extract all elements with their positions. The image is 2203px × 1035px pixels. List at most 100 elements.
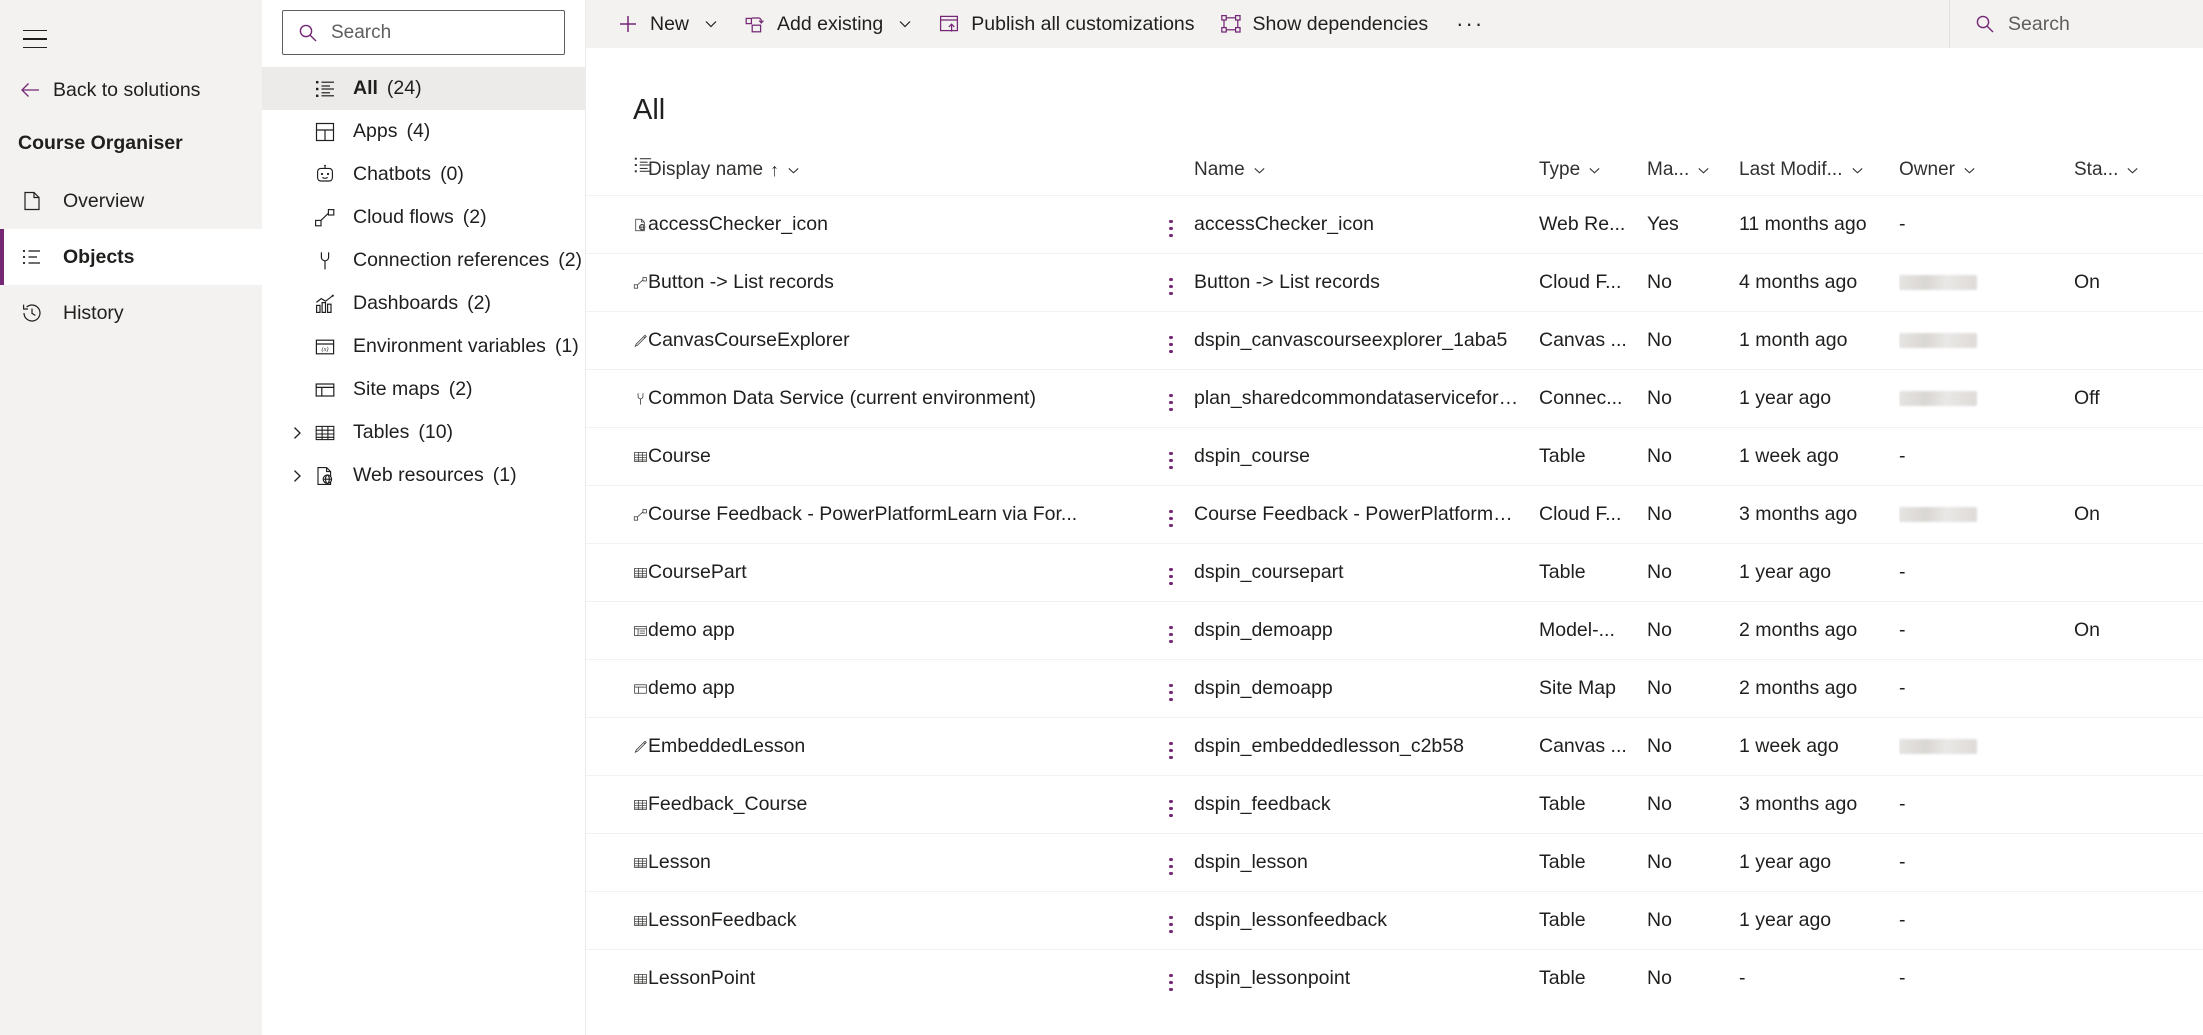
search-input[interactable] bbox=[331, 22, 550, 44]
column-header-managed[interactable]: Ma... bbox=[1647, 155, 1739, 196]
chevron-down-icon[interactable] bbox=[2125, 163, 2140, 178]
table-row[interactable]: Common Data Service (current environment… bbox=[586, 370, 2203, 428]
nav-search-box[interactable] bbox=[282, 10, 565, 55]
sidebar-item-history[interactable]: History bbox=[0, 285, 262, 341]
table-row[interactable]: Lessondspin_lessonTableNo1 year ago- bbox=[586, 834, 2203, 892]
chevron-down-icon[interactable] bbox=[786, 163, 801, 178]
row-display-name[interactable]: Course bbox=[648, 428, 1148, 486]
more-options-icon[interactable] bbox=[1159, 620, 1182, 649]
chevron-down-icon[interactable] bbox=[1252, 163, 1267, 178]
sidebar-item-label: History bbox=[63, 302, 124, 325]
column-header-label: Owner bbox=[1899, 159, 1955, 181]
nav-item-web-resources[interactable]: Web resources (1) bbox=[262, 454, 585, 497]
table-row[interactable]: Course Feedback - PowerPlatformLearn via… bbox=[586, 486, 2203, 544]
row-managed: No bbox=[1647, 892, 1739, 950]
nav-item-environment-variables[interactable]: (x) Environment variables (1) bbox=[262, 325, 585, 368]
row-display-name[interactable]: LessonPoint bbox=[648, 950, 1148, 1008]
show-dependencies-button[interactable]: Show dependencies bbox=[1207, 2, 1441, 46]
chevron-right-icon[interactable] bbox=[284, 425, 310, 441]
top-search-box[interactable]: Search bbox=[1950, 0, 2203, 48]
nav-item-cloud-flows[interactable]: Cloud flows (2) bbox=[262, 196, 585, 239]
table-row[interactable]: Feedback_Coursedspin_feedbackTableNo3 mo… bbox=[586, 776, 2203, 834]
column-header-owner[interactable]: Owner bbox=[1899, 155, 2074, 196]
column-header-status[interactable]: Sta... bbox=[2074, 155, 2203, 196]
more-options-icon[interactable] bbox=[1159, 968, 1182, 997]
table-row[interactable]: Coursedspin_courseTableNo1 week ago- bbox=[586, 428, 2203, 486]
column-header-last-modified[interactable]: Last Modif... bbox=[1739, 155, 1899, 196]
row-display-name[interactable]: Course Feedback - PowerPlatformLearn via… bbox=[648, 486, 1148, 544]
row-display-name[interactable]: Common Data Service (current environment… bbox=[648, 370, 1148, 428]
add-existing-button[interactable]: Add existing bbox=[731, 2, 925, 46]
row-display-name[interactable]: Feedback_Course bbox=[648, 776, 1148, 834]
row-managed: No bbox=[1647, 834, 1739, 892]
more-options-icon[interactable] bbox=[1159, 330, 1182, 359]
row-display-name[interactable]: LessonFeedback bbox=[648, 892, 1148, 950]
row-display-name[interactable]: Lesson bbox=[648, 834, 1148, 892]
row-display-name[interactable]: Button -> List records bbox=[648, 254, 1148, 312]
row-type: Table bbox=[1539, 776, 1647, 834]
row-display-name[interactable]: demo app bbox=[648, 602, 1148, 660]
row-display-name[interactable]: EmbeddedLesson bbox=[648, 718, 1148, 776]
more-options-icon[interactable] bbox=[1159, 272, 1182, 301]
more-options-icon[interactable] bbox=[1159, 446, 1182, 475]
column-header-actions bbox=[1148, 155, 1194, 196]
publish-all-customizations-button[interactable]: Publish all customizations bbox=[925, 2, 1206, 46]
table-row[interactable]: LessonPointdspin_lessonpointTableNo-- bbox=[586, 950, 2203, 1008]
row-actions-cell bbox=[1148, 544, 1194, 602]
nav-item-site-maps[interactable]: Site maps (2) bbox=[262, 368, 585, 411]
table-row[interactable]: accessChecker_iconaccessChecker_iconWeb … bbox=[586, 196, 2203, 254]
more-options-icon[interactable] bbox=[1159, 562, 1182, 591]
row-type: Table bbox=[1539, 544, 1647, 602]
back-to-solutions-button[interactable]: Back to solutions bbox=[0, 68, 262, 112]
more-options-icon[interactable] bbox=[1159, 214, 1182, 243]
column-header-display-name[interactable]: Display name ↑ bbox=[648, 155, 1148, 196]
new-button[interactable]: New bbox=[604, 2, 731, 46]
table-row[interactable]: demo appdspin_demoappSite MapNo2 months … bbox=[586, 660, 2203, 718]
table-row[interactable]: LessonFeedbackdspin_lessonfeedbackTableN… bbox=[586, 892, 2203, 950]
chevron-down-icon[interactable] bbox=[1962, 163, 1977, 178]
chevron-down-icon[interactable] bbox=[1696, 163, 1711, 178]
column-header-type[interactable]: Type bbox=[1539, 155, 1647, 196]
row-status: On bbox=[2074, 486, 2203, 544]
chevron-down-icon[interactable] bbox=[897, 16, 913, 32]
row-display-name[interactable]: demo app bbox=[648, 660, 1148, 718]
chevron-down-icon[interactable] bbox=[703, 16, 719, 32]
table-row[interactable]: demo appdspin_demoappModel-...No2 months… bbox=[586, 602, 2203, 660]
more-options-icon[interactable] bbox=[1159, 678, 1182, 707]
row-display-name[interactable]: CoursePart bbox=[648, 544, 1148, 602]
nav-item-dashboards[interactable]: Dashboards (2) bbox=[262, 282, 585, 325]
more-options-icon[interactable] bbox=[1159, 852, 1182, 881]
row-display-name[interactable]: accessChecker_icon bbox=[648, 196, 1148, 254]
hamburger-wrap bbox=[0, 10, 262, 68]
column-header-name[interactable]: Name bbox=[1194, 155, 1539, 196]
row-last-modified: 2 months ago bbox=[1739, 602, 1899, 660]
row-status bbox=[2074, 950, 2203, 1008]
table-row[interactable]: CanvasCourseExplorerdspin_canvascourseex… bbox=[586, 312, 2203, 370]
nav-item-chatbots[interactable]: Chatbots (0) bbox=[262, 153, 585, 196]
more-options-icon[interactable] bbox=[1159, 910, 1182, 939]
row-owner bbox=[1899, 718, 2074, 776]
nav-item-connection-references[interactable]: Connection references (2) bbox=[262, 239, 585, 282]
overflow-menu-button[interactable]: ··· bbox=[1440, 11, 1500, 37]
table-row[interactable]: Button -> List recordsButton -> List rec… bbox=[586, 254, 2203, 312]
table-row[interactable]: CoursePartdspin_coursepartTableNo1 year … bbox=[586, 544, 2203, 602]
chevron-right-icon[interactable] bbox=[284, 468, 310, 484]
table-icon bbox=[310, 422, 340, 444]
more-options-icon[interactable] bbox=[1159, 388, 1182, 417]
chevron-down-icon[interactable] bbox=[1587, 163, 1602, 178]
sidebar-item-objects[interactable]: Objects bbox=[0, 229, 262, 285]
more-options-icon[interactable] bbox=[1159, 794, 1182, 823]
row-display-name[interactable]: CanvasCourseExplorer bbox=[648, 312, 1148, 370]
menu-icon[interactable] bbox=[14, 18, 56, 60]
nav-item-apps[interactable]: Apps (4) bbox=[262, 110, 585, 153]
plus-icon bbox=[616, 13, 640, 35]
table-row[interactable]: EmbeddedLessondspin_embeddedlesson_c2b58… bbox=[586, 718, 2203, 776]
nav-item-tables[interactable]: Tables (10) bbox=[262, 411, 585, 454]
chevron-down-icon[interactable] bbox=[1850, 163, 1865, 178]
webresource-icon bbox=[310, 465, 340, 487]
sidebar-item-overview[interactable]: Overview bbox=[0, 173, 262, 229]
nav-item-label: Connection references bbox=[353, 249, 549, 272]
more-options-icon[interactable] bbox=[1159, 736, 1182, 765]
nav-item-all[interactable]: All (24) bbox=[262, 67, 585, 110]
more-options-icon[interactable] bbox=[1159, 504, 1182, 533]
